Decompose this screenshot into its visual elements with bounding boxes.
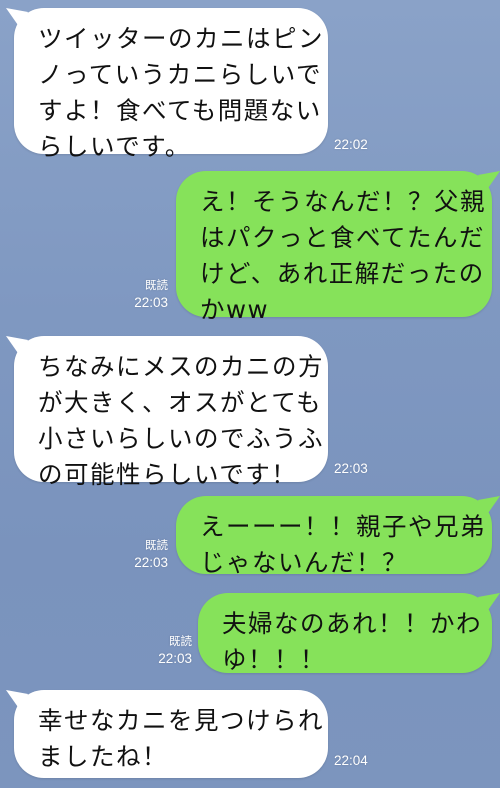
message-timestamp: 22:04 xyxy=(334,753,368,768)
message-text-line: すよ！食べても問題ない xyxy=(38,96,322,125)
message-text-line: ノっていうカニらしいで xyxy=(38,60,323,89)
message-text-line: え！そうなんだ！？父親 xyxy=(200,187,486,216)
message-meta: 22:04 xyxy=(334,752,368,769)
message-bubble-incoming[interactable]: ちなみにメスのカニの方 が大きく、オスがとても 小さいらしいのでふうふ の可能性… xyxy=(6,336,328,489)
message-text-line: かww xyxy=(200,295,270,324)
message-bubble-incoming[interactable]: 幸せなカニを見つけられ ましたね！ xyxy=(6,690,328,778)
bubble-tail xyxy=(478,171,500,191)
message-meta: 既読 22:03 xyxy=(158,634,192,667)
bubble-tail xyxy=(478,593,500,613)
message-meta: 既読 22:03 xyxy=(134,278,168,311)
message-timestamp: 22:03 xyxy=(158,651,192,666)
message-timestamp: 22:02 xyxy=(334,137,368,152)
bubble-tail xyxy=(6,690,28,710)
read-receipt: 既読 xyxy=(145,280,168,292)
message-meta: 22:02 xyxy=(334,136,368,153)
message-timestamp: 22:03 xyxy=(134,555,168,570)
read-receipt: 既読 xyxy=(145,540,168,552)
message-bubble-outgoing[interactable]: え！そうなんだ！？父親 はパクっと食べてたんだ けど、あれ正解だったの かww xyxy=(176,171,500,324)
message-text-line: 夫婦なのあれ！！かわ xyxy=(222,609,482,638)
bubble-tail xyxy=(6,336,28,356)
message-bubble-outgoing[interactable]: 夫婦なのあれ！！かわ ゆ！！！ xyxy=(198,593,500,674)
message-text-line: 幸せなカニを見つけられ xyxy=(38,706,324,735)
message-text-line: ましたね！ xyxy=(38,742,168,771)
message-text-line: はパクっと食べてたんだ xyxy=(200,223,486,252)
message-text-line: 小さいらしいのでふうふ xyxy=(38,424,324,453)
message-bubble-incoming[interactable]: ツイッターのカニはピン ノっていうカニらしいで すよ！食べても問題ない らしいで… xyxy=(6,8,328,161)
message-timestamp: 22:03 xyxy=(134,295,168,310)
message-meta: 既読 22:03 xyxy=(134,538,168,571)
message-meta: 22:03 xyxy=(334,460,368,477)
read-receipt: 既読 xyxy=(169,636,192,648)
message-timestamp: 22:03 xyxy=(334,461,368,476)
message-text-line: が大きく、オスがとても xyxy=(38,388,323,417)
bubble-tail xyxy=(6,8,28,28)
message-bubble-outgoing[interactable]: えーーー！！親子や兄弟 じゃないんだ！？ xyxy=(176,496,500,577)
message-text-line: ゆ！！！ xyxy=(222,645,326,674)
message-text-line: じゃないんだ！？ xyxy=(200,548,408,577)
message-text-line: らしいです。 xyxy=(38,132,191,161)
bubble-tail xyxy=(478,496,500,516)
message-text-line: けど、あれ正解だったの xyxy=(200,259,485,288)
message-text-line: えーーー！！親子や兄弟 xyxy=(200,512,486,541)
message-text-line: ツイッターのカニはピン xyxy=(38,24,324,53)
message-text-line: の可能性らしいです！ xyxy=(38,460,298,489)
message-text-line: ちなみにメスのカニの方 xyxy=(38,352,324,381)
chat-area[interactable]: ツイッターのカニはピン ノっていうカニらしいで すよ！食べても問題ない らしいで… xyxy=(0,0,500,788)
